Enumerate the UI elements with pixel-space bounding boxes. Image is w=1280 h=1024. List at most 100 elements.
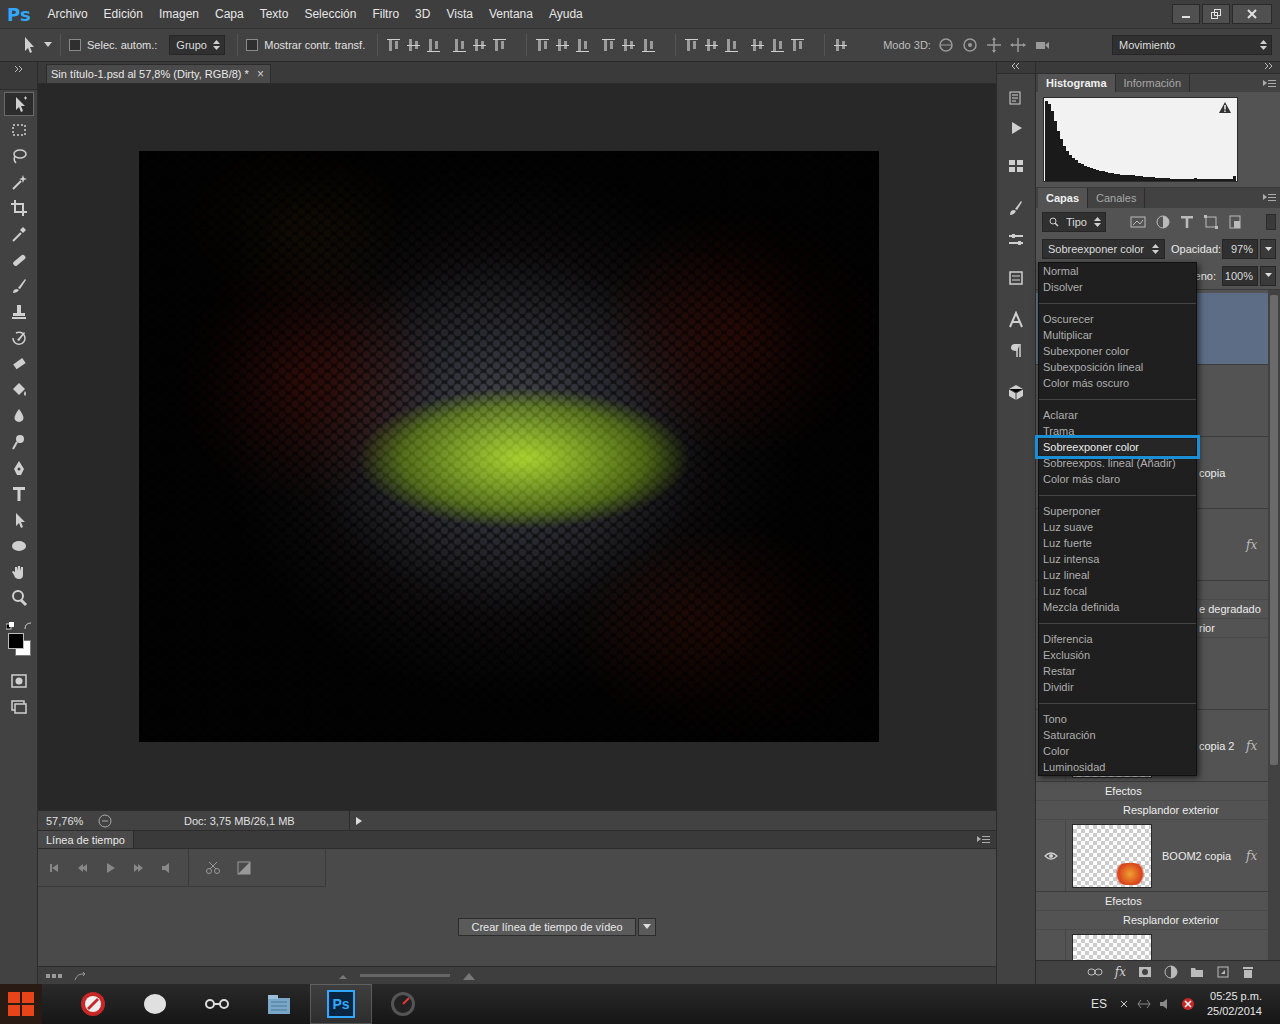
tool-button[interactable] bbox=[4, 222, 34, 246]
collapse-icon[interactable] bbox=[1011, 62, 1021, 70]
blend-mode-option[interactable]: Color más claro bbox=[1039, 471, 1196, 487]
opacity-field[interactable]: 97% bbox=[1222, 239, 1258, 259]
opacity-slider-button[interactable] bbox=[1260, 239, 1276, 259]
collapse-icon[interactable] bbox=[1264, 62, 1274, 70]
align-icon[interactable] bbox=[426, 37, 442, 53]
dock-button[interactable] bbox=[1001, 310, 1031, 330]
dock-button[interactable] bbox=[1001, 118, 1031, 138]
transition-icon[interactable] bbox=[237, 861, 251, 875]
filter-type-icon[interactable] bbox=[1180, 215, 1194, 229]
blend-mode-option[interactable]: Luz focal bbox=[1039, 583, 1196, 599]
menu-item[interactable]: 3D bbox=[407, 7, 438, 21]
zoom-out-icon[interactable] bbox=[338, 972, 348, 980]
tool-button[interactable] bbox=[4, 274, 34, 298]
link-icon[interactable] bbox=[1087, 967, 1103, 977]
minimize-button[interactable] bbox=[1172, 4, 1200, 24]
screen-mode[interactable] bbox=[11, 700, 27, 714]
align-icon[interactable] bbox=[386, 37, 402, 53]
menu-item[interactable]: Imagen bbox=[151, 7, 207, 21]
menu-item[interactable]: Ventana bbox=[481, 7, 541, 21]
3d-mode-icon[interactable] bbox=[985, 36, 1003, 54]
align-icon[interactable] bbox=[452, 37, 468, 53]
align-icon[interactable] bbox=[833, 37, 849, 53]
panel-menu-icon[interactable] bbox=[1262, 193, 1276, 203]
scissors-icon[interactable] bbox=[205, 861, 221, 875]
taskbar-app[interactable]: Ps bbox=[310, 984, 372, 1024]
3d-mode-icon[interactable] bbox=[937, 36, 955, 54]
align-icon[interactable] bbox=[492, 37, 508, 53]
timeline-type-menu[interactable] bbox=[638, 918, 656, 936]
blend-mode-option[interactable]: Dividir bbox=[1039, 679, 1196, 695]
tool-button[interactable] bbox=[4, 170, 34, 194]
artwork-canvas[interactable] bbox=[139, 151, 879, 742]
tool-button[interactable] bbox=[4, 534, 34, 558]
move-tool-icon[interactable] bbox=[18, 35, 38, 55]
tool-button[interactable] bbox=[4, 144, 34, 168]
align-icon[interactable] bbox=[790, 37, 806, 53]
dock-button[interactable] bbox=[1001, 230, 1031, 250]
align-icon[interactable] bbox=[770, 37, 786, 53]
blend-mode-option[interactable]: Superponer bbox=[1039, 503, 1196, 519]
blend-mode-option[interactable]: Luz lineal bbox=[1039, 567, 1196, 583]
blend-mode-option[interactable]: Exclusión bbox=[1039, 647, 1196, 663]
blend-mode-option[interactable]: Luz fuerte bbox=[1039, 535, 1196, 551]
blend-mode-option[interactable]: Color más oscuro bbox=[1039, 375, 1196, 391]
folder-icon[interactable] bbox=[1190, 966, 1204, 978]
tool-button[interactable] bbox=[4, 404, 34, 428]
dock-button[interactable] bbox=[1001, 268, 1031, 288]
tool-button[interactable] bbox=[4, 378, 34, 402]
align-icon[interactable] bbox=[750, 37, 766, 53]
panel-menu-icon[interactable] bbox=[976, 835, 990, 845]
create-video-timeline[interactable]: Crear línea de tiempo de vídeo bbox=[458, 918, 635, 936]
status-menu-icon[interactable] bbox=[354, 816, 364, 826]
language-indicator[interactable]: ES bbox=[1091, 997, 1107, 1011]
status-info-icon[interactable] bbox=[98, 814, 112, 828]
foreground-color[interactable] bbox=[8, 633, 24, 649]
auto-select-label[interactable]: Selec. autom.: bbox=[87, 39, 157, 51]
tray-volume-icon[interactable] bbox=[1159, 998, 1173, 1010]
close-button[interactable] bbox=[1232, 4, 1272, 24]
filter-kind-dropdown[interactable]: Tipo bbox=[1042, 212, 1106, 232]
menu-item[interactable]: Capa bbox=[207, 7, 252, 21]
blend-mode-option[interactable]: Mezcla definida bbox=[1039, 599, 1196, 615]
document-tab[interactable]: Sin título-1.psd al 57,8% (Dirty, RGB/8)… bbox=[46, 64, 271, 83]
blend-mode-option[interactable]: Sobreexponer color bbox=[1039, 439, 1196, 455]
panel-tab[interactable]: Capas bbox=[1038, 188, 1088, 208]
align-icon[interactable] bbox=[575, 37, 591, 53]
tool-button[interactable] bbox=[4, 508, 34, 532]
visibility-toggle[interactable] bbox=[1036, 930, 1066, 960]
dropdown-arrow-icon[interactable] bbox=[44, 42, 52, 48]
trash-icon[interactable] bbox=[1242, 965, 1254, 979]
fx-badge[interactable]: fx bbox=[1246, 739, 1268, 753]
blend-mode-option[interactable]: Luminosidad bbox=[1039, 759, 1196, 775]
tool-button[interactable] bbox=[4, 326, 34, 350]
3d-mode-icon[interactable] bbox=[961, 36, 979, 54]
tool-button[interactable] bbox=[4, 118, 34, 142]
panel-menu-icon[interactable] bbox=[1262, 79, 1276, 89]
menu-item[interactable]: Archivo bbox=[40, 7, 96, 21]
menu-item[interactable]: Ayuda bbox=[541, 7, 591, 21]
align-icon[interactable] bbox=[704, 37, 720, 53]
close-tab-button[interactable]: × bbox=[257, 67, 264, 81]
playback-icon[interactable] bbox=[160, 862, 172, 874]
align-icon[interactable] bbox=[641, 37, 657, 53]
tool-button[interactable] bbox=[4, 92, 34, 116]
blend-mode-option[interactable]: Restar bbox=[1039, 663, 1196, 679]
tool-button[interactable] bbox=[4, 352, 34, 376]
tool-button[interactable] bbox=[4, 560, 34, 584]
menu-item[interactable]: Vista bbox=[438, 7, 480, 21]
show-transform-label[interactable]: Mostrar contr. transf. bbox=[264, 39, 365, 51]
menu-item[interactable]: Edición bbox=[96, 7, 151, 21]
fx-badge[interactable]: fx bbox=[1246, 538, 1268, 552]
filter-pixel-icon[interactable] bbox=[1130, 215, 1146, 229]
restore-button[interactable] bbox=[1202, 4, 1230, 24]
add-style-button[interactable]: fx bbox=[1115, 965, 1126, 979]
playback-icon[interactable] bbox=[104, 862, 116, 874]
tool-button[interactable] bbox=[4, 248, 34, 272]
scrollbar-thumb[interactable] bbox=[1270, 295, 1278, 765]
fill-slider-button[interactable] bbox=[1260, 266, 1276, 286]
blend-mode-option[interactable]: Oscurecer bbox=[1039, 311, 1196, 327]
blend-mode-option[interactable]: Color bbox=[1039, 743, 1196, 759]
panel-tab[interactable]: Información bbox=[1116, 74, 1190, 92]
blend-mode-option[interactable]: Saturación bbox=[1039, 727, 1196, 743]
